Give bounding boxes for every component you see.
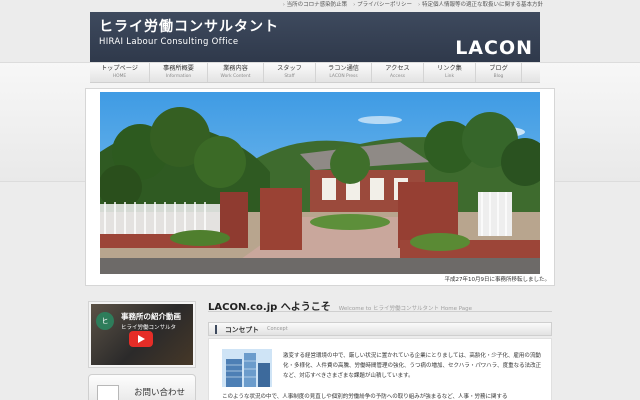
- concept-paragraph-1: 激変する経営環境の中で、厳しい状況に置かれている企業にとりましては、高齢化・少子…: [283, 353, 542, 379]
- envelope-icon: [97, 385, 119, 400]
- site-header: ヒライ労働コンサルタント HIRAI Labour Consulting Off…: [90, 12, 540, 62]
- office-photo: [100, 92, 540, 274]
- inquiry-button[interactable]: お問い合わせ: [88, 374, 196, 400]
- lacon-logo[interactable]: LACON: [455, 39, 533, 58]
- nav-item-blog[interactable]: ブログ Blog: [476, 63, 522, 82]
- video-thumbnail[interactable]: ヒ 事務所の紹介動画 ヒライ労働コンサルタ: [91, 304, 193, 365]
- channel-avatar: ヒ: [96, 312, 114, 330]
- intro-video-widget[interactable]: ヒ 事務所の紹介動画 ヒライ労働コンサルタ: [88, 301, 196, 368]
- nav-sublabel: Link: [445, 74, 454, 79]
- nav-label: ラコン通信: [328, 65, 359, 72]
- welcome-title: LACON.co.jp へようこそ: [208, 302, 331, 313]
- site-title[interactable]: ヒライ労働コンサルタント: [99, 16, 279, 36]
- nav-sublabel: Blog: [493, 74, 504, 79]
- office-building-image: [100, 92, 540, 274]
- nav-label: トップページ: [100, 65, 138, 72]
- nav-label: 事務所概要: [163, 65, 194, 72]
- nav-sublabel: HOME: [112, 74, 127, 79]
- nav-sublabel: LACON Press: [329, 74, 358, 79]
- video-title: 事務所の紹介動画: [121, 312, 181, 321]
- site-subtitle: HIRAI Labour Consulting Office: [99, 37, 239, 47]
- toplink-personal-info[interactable]: 特定個人情報等の適正な取扱いに関する基本方針: [418, 0, 543, 10]
- nav-label: ブログ: [489, 65, 508, 72]
- nav-sublabel: Access: [389, 74, 406, 79]
- concept-title: コンセプト: [225, 326, 259, 334]
- nav-item-home[interactable]: トップページ HOME: [90, 63, 150, 82]
- welcome-heading: LACON.co.jp へようこそ Welcome to ヒライ労働コンサルタン…: [208, 298, 552, 313]
- skyscraper-image: [222, 349, 272, 387]
- nav-label: リンク集: [437, 65, 462, 72]
- concept-heading: コンセプト Concept: [208, 322, 552, 336]
- nav-sublabel: Information: [165, 74, 192, 79]
- hero-banner: 平成27年10月9日に事務所移転しました。: [85, 88, 555, 286]
- concept-paragraph-2: このような状況の中で、人事制度の見直しや個別的労働紛争の予防への取り組みが強まる…: [222, 394, 508, 400]
- nav-item-link[interactable]: リンク集 Link: [424, 63, 476, 82]
- nav-sublabel: Work Content: [220, 74, 251, 79]
- nav-item-information[interactable]: 事務所概要 Information: [150, 63, 208, 82]
- nav-label: アクセス: [385, 65, 410, 72]
- inquiry-label: お問い合わせ: [134, 388, 186, 398]
- play-icon[interactable]: [129, 331, 153, 347]
- nav-item-access[interactable]: アクセス Access: [372, 63, 424, 82]
- welcome-subtitle: Welcome to ヒライ労働コンサルタント Home Page: [338, 306, 473, 312]
- page-wrapper: 当所のコロナ感染防止策 プライバシーポリシー 特定個人情報等の適正な取扱いに関す…: [85, 0, 555, 400]
- hero-caption: 平成27年10月9日に事務所移転しました。: [444, 277, 551, 283]
- buildings-photo: [222, 349, 272, 387]
- nav-sublabel: Staff: [284, 74, 295, 79]
- nav-label: スタッフ: [277, 65, 302, 72]
- video-channel: ヒライ労働コンサルタ: [121, 325, 177, 331]
- top-links: 当所のコロナ感染防止策 プライバシーポリシー 特定個人情報等の適正な取扱いに関す…: [283, 0, 543, 10]
- toplink-covid[interactable]: 当所のコロナ感染防止策: [283, 0, 348, 10]
- nav-item-lacon-press[interactable]: ラコン通信 LACON Press: [316, 63, 372, 82]
- nav-item-work-content[interactable]: 業務内容 Work Content: [208, 63, 264, 82]
- toplink-privacy[interactable]: プライバシーポリシー: [353, 0, 412, 10]
- concept-subtitle: Concept: [266, 326, 288, 332]
- concept-content: 激変する経営環境の中で、厳しい状況に置かれている企業にとりましては、高齢化・少子…: [208, 338, 552, 400]
- main-nav: トップページ HOME 事務所概要 Information 業務内容 Work …: [90, 63, 540, 83]
- logo-text: LACON: [455, 37, 533, 59]
- nav-item-staff[interactable]: スタッフ Staff: [264, 63, 316, 82]
- heading-marker: [215, 324, 217, 334]
- nav-label: 業務内容: [223, 65, 248, 72]
